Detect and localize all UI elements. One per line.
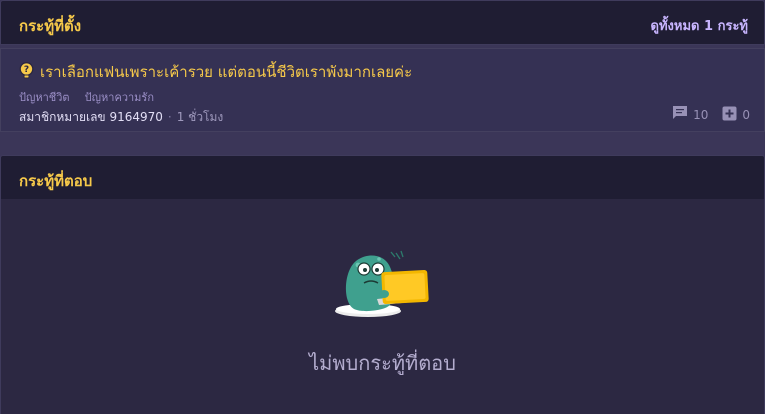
mascot-laptop-illustration (332, 247, 436, 325)
topic-author[interactable]: สมาชิกหมายเลข 9164970 (19, 110, 163, 124)
replied-topics-header: กระทู้ที่ตอบ (0, 155, 765, 200)
question-bulb-icon: ? (19, 61, 34, 83)
comment-count: 10 (672, 105, 708, 125)
topic-title-link[interactable]: ? เราเลือกแฟนเพราะเค้ารวย แต่ตอนนี้ชีวิต… (19, 61, 412, 83)
replied-topics-title: กระทู้ที่ตอบ (19, 172, 93, 190)
comment-icon (672, 105, 688, 125)
topic-time: 1 ชั่วโมง (176, 110, 224, 124)
view-all-link[interactable]: ดูทั้งหมด 1 กระทู้ (651, 15, 748, 36)
meta-separator: · (167, 110, 172, 124)
plus-box-icon (722, 106, 737, 125)
tag-life-problem[interactable]: ปัญหาชีวิต (19, 91, 70, 104)
topic-meta: สมาชิกหมายเลข 9164970 · 1 ชั่วโมง (19, 108, 223, 127)
replied-topics-empty-panel: ไม่พบกระทู้ที่ตอบ (0, 199, 765, 414)
topic-title: เราเลือกแฟนเพราะเค้ารวย แต่ตอนนี้ชีวิตเร… (40, 63, 413, 81)
topic-stats: 10 0 (658, 105, 750, 125)
empty-message: ไม่พบกระทู้ที่ตอบ (309, 351, 456, 375)
topic-card[interactable]: ? เราเลือกแฟนเพราะเค้ารวย แต่ตอนนี้ชีวิต… (0, 48, 765, 132)
comment-count-value: 10 (693, 108, 709, 122)
tag-love-problem[interactable]: ปัญหาความรัก (85, 91, 154, 104)
vote-count: 0 (722, 106, 750, 125)
svg-text:?: ? (24, 65, 29, 75)
created-topics-header: กระทู้ที่ตั้ง ดูทั้งหมด 1 กระทู้ (0, 0, 765, 45)
vote-count-value: 0 (742, 108, 750, 122)
topic-tags: ปัญหาชีวิต ปัญหาความรัก (19, 86, 164, 106)
created-topics-title: กระทู้ที่ตั้ง (19, 17, 82, 35)
